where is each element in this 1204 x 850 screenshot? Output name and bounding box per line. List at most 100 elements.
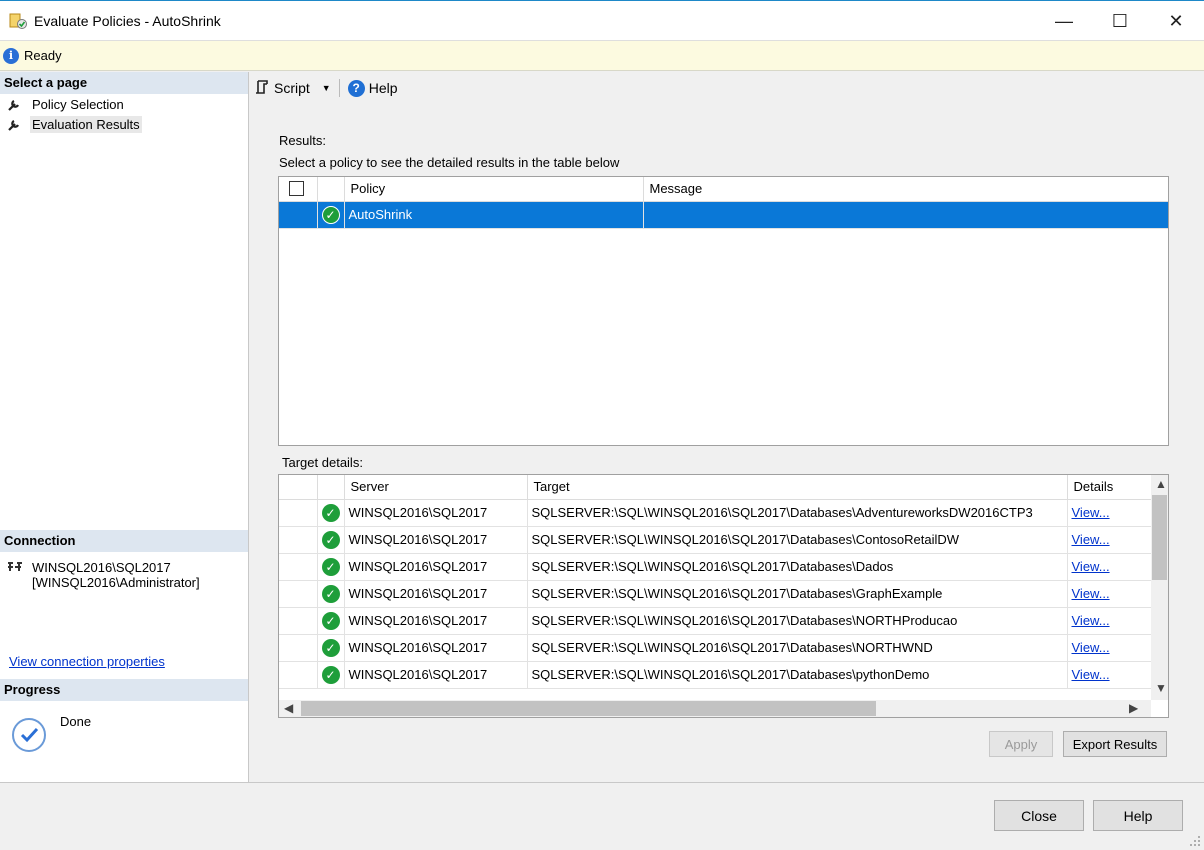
success-icon: ✓ <box>321 638 340 657</box>
progress-done-icon <box>12 718 46 752</box>
message-cell <box>643 201 1168 229</box>
results-header-row: Policy Message <box>279 177 1168 202</box>
progress-header: Progress <box>0 679 248 701</box>
window-title: Evaluate Policies - AutoShrink <box>34 12 221 29</box>
scroll-up-arrow-icon[interactable]: ▲ <box>1155 477 1167 491</box>
view-details-link[interactable]: View... <box>1072 613 1110 628</box>
row-select-cell[interactable] <box>279 526 318 554</box>
sidebar-item-evaluation-results[interactable]: Evaluation Results <box>0 114 248 134</box>
message-column-header[interactable]: Message <box>643 177 1168 202</box>
blank-column-header <box>279 475 318 500</box>
connection-header: Connection <box>0 530 248 552</box>
details-cell: View... <box>1067 526 1152 554</box>
row-select-cell[interactable] <box>279 661 318 689</box>
apply-button[interactable]: Apply <box>989 731 1053 757</box>
script-icon <box>254 79 270 98</box>
dropdown-arrow-icon[interactable]: ▼ <box>322 83 331 93</box>
help-toolbar-button[interactable]: ? Help <box>344 79 402 97</box>
policy-column-header[interactable]: Policy <box>344 177 644 202</box>
sidebar-item-label: Policy Selection <box>32 96 124 112</box>
maximize-button[interactable]: ☐ <box>1092 1 1148 41</box>
footer-divider <box>0 782 1204 783</box>
table-row[interactable]: ✓ WINSQL2016\SQL2017 SQLSERVER:\SQL\WINS… <box>279 634 1152 662</box>
view-details-link[interactable]: View... <box>1072 667 1110 682</box>
scroll-left-arrow-icon[interactable]: ◀ <box>284 701 293 715</box>
table-row[interactable]: ✓ AutoShrink <box>279 201 1168 229</box>
server-connection-icon <box>6 560 24 590</box>
server-cell: WINSQL2016\SQL2017 <box>344 553 528 581</box>
target-cell: SQLSERVER:\SQL\WINSQL2016\SQL2017\Databa… <box>527 580 1068 608</box>
status-cell: ✓ <box>317 634 345 662</box>
title-bar: Evaluate Policies - AutoShrink — ☐ ✕ <box>0 0 1204 40</box>
success-icon: ✓ <box>321 665 340 684</box>
row-select-cell[interactable] <box>279 553 318 581</box>
details-cell: View... <box>1067 553 1152 581</box>
close-window-button[interactable]: ✕ <box>1148 1 1204 41</box>
row-select-cell[interactable] <box>279 634 318 662</box>
details-column-header[interactable]: Details <box>1067 475 1152 500</box>
vertical-scroll-thumb[interactable] <box>1152 495 1167 580</box>
status-cell: ✓ <box>317 201 345 229</box>
server-cell: WINSQL2016\SQL2017 <box>344 499 528 527</box>
details-cell: View... <box>1067 580 1152 608</box>
target-details-label: Target details: <box>282 455 363 470</box>
vertical-scrollbar[interactable]: ▲ ▼ <box>1151 475 1168 700</box>
success-icon: ✓ <box>321 611 340 630</box>
connection-info: WINSQL2016\SQL2017 [WINSQL2016\Administr… <box>6 560 200 590</box>
details-cell: View... <box>1067 634 1152 662</box>
server-cell: WINSQL2016\SQL2017 <box>344 607 528 635</box>
details-cell: View... <box>1067 661 1152 689</box>
row-select-cell[interactable] <box>279 607 318 635</box>
target-cell: SQLSERVER:\SQL\WINSQL2016\SQL2017\Databa… <box>527 553 1068 581</box>
server-cell: WINSQL2016\SQL2017 <box>344 661 528 689</box>
horizontal-scrollbar[interactable]: ◀ ▶ <box>279 700 1151 717</box>
target-column-header[interactable]: Target <box>527 475 1068 500</box>
help-icon: ? <box>347 79 365 97</box>
target-cell: SQLSERVER:\SQL\WINSQL2016\SQL2017\Databa… <box>527 661 1068 689</box>
help-button[interactable]: Help <box>1093 800 1183 831</box>
export-results-button[interactable]: Export Results <box>1063 731 1167 757</box>
table-row[interactable]: ✓ WINSQL2016\SQL2017 SQLSERVER:\SQL\WINS… <box>279 499 1152 527</box>
status-column-header <box>317 475 345 500</box>
view-details-link[interactable]: View... <box>1072 586 1110 601</box>
scroll-right-arrow-icon[interactable]: ▶ <box>1129 701 1138 715</box>
table-row[interactable]: ✓ WINSQL2016\SQL2017 SQLSERVER:\SQL\WINS… <box>279 580 1152 608</box>
success-icon: ✓ <box>321 503 340 522</box>
row-select-cell[interactable] <box>279 580 318 608</box>
select-all-cell <box>279 177 318 202</box>
view-connection-properties-link[interactable]: View connection properties <box>9 654 165 669</box>
table-row[interactable]: ✓ WINSQL2016\SQL2017 SQLSERVER:\SQL\WINS… <box>279 661 1152 689</box>
horizontal-scroll-thumb[interactable] <box>301 701 876 716</box>
row-select-cell[interactable] <box>279 499 318 527</box>
minimize-button[interactable]: — <box>1036 1 1092 41</box>
view-details-link[interactable]: View... <box>1072 505 1110 520</box>
script-button[interactable]: Script ▼ <box>250 79 335 98</box>
connection-server: WINSQL2016\SQL2017 <box>32 560 171 575</box>
server-column-header[interactable]: Server <box>344 475 528 500</box>
help-label: Help <box>368 80 398 96</box>
table-row[interactable]: ✓ WINSQL2016\SQL2017 SQLSERVER:\SQL\WINS… <box>279 607 1152 635</box>
status-cell: ✓ <box>317 553 345 581</box>
script-label: Script <box>274 80 310 96</box>
view-details-link[interactable]: View... <box>1072 559 1110 574</box>
table-row[interactable]: ✓ WINSQL2016\SQL2017 SQLSERVER:\SQL\WINS… <box>279 526 1152 554</box>
server-cell: WINSQL2016\SQL2017 <box>344 634 528 662</box>
table-row[interactable]: ✓ WINSQL2016\SQL2017 SQLSERVER:\SQL\WINS… <box>279 553 1152 581</box>
target-details-grid: Server Target Details ✓ WINSQL2016\SQL20… <box>278 474 1169 718</box>
resize-grip-icon[interactable] <box>1189 835 1201 847</box>
details-cell: View... <box>1067 499 1152 527</box>
view-details-link[interactable]: View... <box>1072 640 1110 655</box>
view-details-link[interactable]: View... <box>1072 532 1110 547</box>
sidebar-item-policy-selection[interactable]: Policy Selection <box>0 94 248 114</box>
scroll-down-arrow-icon[interactable]: ▼ <box>1155 681 1167 695</box>
info-icon: i <box>3 47 19 64</box>
success-icon: ✓ <box>321 584 340 603</box>
status-column-header <box>317 177 345 202</box>
close-button[interactable]: Close <box>994 800 1084 831</box>
status-cell: ✓ <box>317 499 345 527</box>
server-cell: WINSQL2016\SQL2017 <box>344 526 528 554</box>
select-all-checkbox[interactable] <box>289 181 304 197</box>
wrench-icon <box>8 97 22 111</box>
policy-evaluate-icon <box>8 11 28 31</box>
row-select-cell[interactable] <box>279 201 318 229</box>
